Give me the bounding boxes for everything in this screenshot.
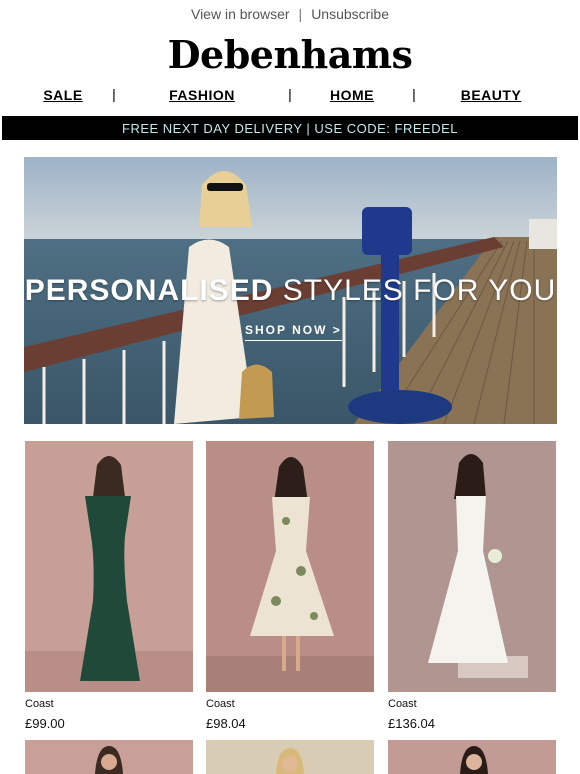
nav-divider: | — [412, 86, 416, 102]
product-price: £98.04 — [206, 716, 246, 731]
hero-banner[interactable]: PERSONALISED STYLES FOR YOU SHOP NOW > — [24, 157, 557, 424]
nav-item-beauty[interactable]: BEAUTY — [461, 87, 522, 103]
view-in-browser-link[interactable]: View in browser — [191, 6, 290, 22]
product-price: £136.04 — [388, 716, 435, 731]
hero-headline: PERSONALISED STYLES FOR YOU — [24, 274, 557, 308]
promo-banner[interactable]: FREE NEXT DAY DELIVERY | USE CODE: FREED… — [2, 116, 578, 140]
product-image[interactable] — [206, 740, 374, 774]
product-card[interactable]: Coast £136.04 — [388, 441, 556, 731]
main-nav: SALE | FASHION | HOME | BEAUTY — [0, 84, 580, 108]
nav-item-fashion[interactable]: FASHION — [169, 87, 235, 103]
product-image[interactable] — [25, 441, 193, 692]
email-header-links: View in browser | Unsubscribe — [0, 0, 580, 28]
product-card[interactable]: Coast £99.00 — [25, 441, 193, 731]
nav-divider: | — [112, 86, 116, 102]
product-image[interactable] — [388, 441, 556, 692]
nav-item-home[interactable]: HOME — [330, 87, 374, 103]
product-brand: Coast — [206, 698, 235, 710]
product-image[interactable] — [388, 740, 556, 774]
product-price: £99.00 — [25, 716, 65, 731]
hero-headline-bold: PERSONALISED — [24, 274, 274, 307]
nav-divider: | — [288, 86, 292, 102]
product-card[interactable]: Coast £98.04 — [206, 441, 374, 731]
debenhams-logo[interactable]: Debenhams — [0, 30, 580, 80]
nav-item-sale[interactable]: SALE — [43, 87, 82, 103]
hero-headline-rest: STYLES FOR YOU — [273, 274, 557, 307]
header-separator: | — [298, 6, 303, 22]
product-image[interactable] — [206, 441, 374, 692]
product-brand: Coast — [25, 698, 54, 710]
product-image[interactable] — [25, 740, 193, 774]
product-brand: Coast — [388, 698, 417, 710]
unsubscribe-link[interactable]: Unsubscribe — [311, 6, 389, 22]
shop-now-link[interactable]: SHOP NOW > — [245, 323, 342, 341]
